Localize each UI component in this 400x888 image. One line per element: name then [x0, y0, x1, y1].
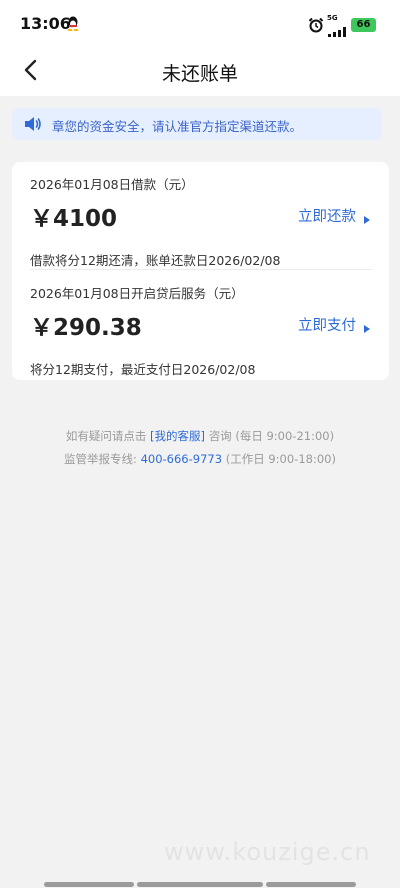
signal-strength-icon — [328, 22, 348, 37]
hotline-label: 监管举报专线: — [64, 452, 137, 466]
bill-date: 2026年01月08日开启贷后服务（元） — [30, 286, 244, 301]
hotline-phone-link[interactable]: 400-666-9773 — [141, 452, 222, 466]
repay-now-label: 立即还款 — [298, 209, 356, 225]
unpaid-bills-card: 2026年01月08日借款（元） ￥4100 立即还款 借款将分12期还清，账单… — [12, 162, 389, 380]
bill-amount: ￥290.38 — [30, 315, 142, 341]
bill-item-service: 2026年01月08日开启贷后服务（元） ￥290.38 立即支付 将分12期支… — [30, 283, 370, 377]
qq-penguin-icon — [67, 16, 79, 31]
bill-note: 借款将分12期还清，账单还款日2026/02/08 — [30, 253, 281, 268]
bill-item-loan: 2026年01月08日借款（元） ￥4100 立即还款 借款将分12期还清，账单… — [30, 174, 370, 268]
triangle-right-icon — [364, 212, 370, 224]
repay-now-button[interactable]: 立即还款 — [298, 205, 370, 226]
notice-text: 章您的资金安全，请认准官方指定渠道还款。 — [52, 119, 303, 134]
watermark: www.kouzige.cn — [164, 838, 371, 866]
gesture-bar-segment — [266, 882, 356, 887]
battery-indicator: 66 — [351, 18, 376, 32]
help-hours-text: 咨询 (每日 9:00-21:00) — [208, 429, 335, 443]
bill-note: 将分12期支付，最近支付日2026/02/08 — [30, 362, 256, 377]
pay-now-button[interactable]: 立即支付 — [298, 314, 370, 335]
nav-bar: 未还账单 — [0, 48, 400, 96]
bill-date: 2026年01月08日借款（元） — [30, 177, 194, 192]
page: 13:06 5G 66 未还账单 章您的资金安全，请认准官方指定渠道还款。 20… — [0, 0, 400, 888]
divider — [30, 269, 372, 270]
gesture-bar-segment — [44, 882, 134, 887]
status-time: 13:06 — [20, 14, 71, 33]
report-hotline-line: 监管举报专线: 400-666-9773 (工作日 9:00-18:00) — [0, 451, 400, 467]
my-customer-service-link[interactable]: [我的客服] — [150, 429, 205, 443]
network-type-label: 5G — [327, 14, 338, 22]
bill-amount: ￥4100 — [30, 206, 118, 232]
customer-service-line: 如有疑问请点击 [我的客服] 咨询 (每日 9:00-21:00) — [0, 428, 400, 444]
help-text: 如有疑问请点击 — [65, 429, 147, 443]
speaker-icon — [24, 116, 42, 132]
page-title: 未还账单 — [161, 63, 238, 85]
hotline-hours-text: (工作日 9:00-18:00) — [225, 452, 336, 466]
alarm-clock-icon — [308, 17, 324, 33]
triangle-right-icon — [364, 321, 370, 333]
security-notice-banner: 章您的资金安全，请认准官方指定渠道还款。 — [12, 108, 382, 140]
status-bar: 13:06 5G 66 — [0, 0, 400, 48]
pay-now-label: 立即支付 — [298, 318, 356, 334]
gesture-bar-segment — [137, 882, 263, 887]
